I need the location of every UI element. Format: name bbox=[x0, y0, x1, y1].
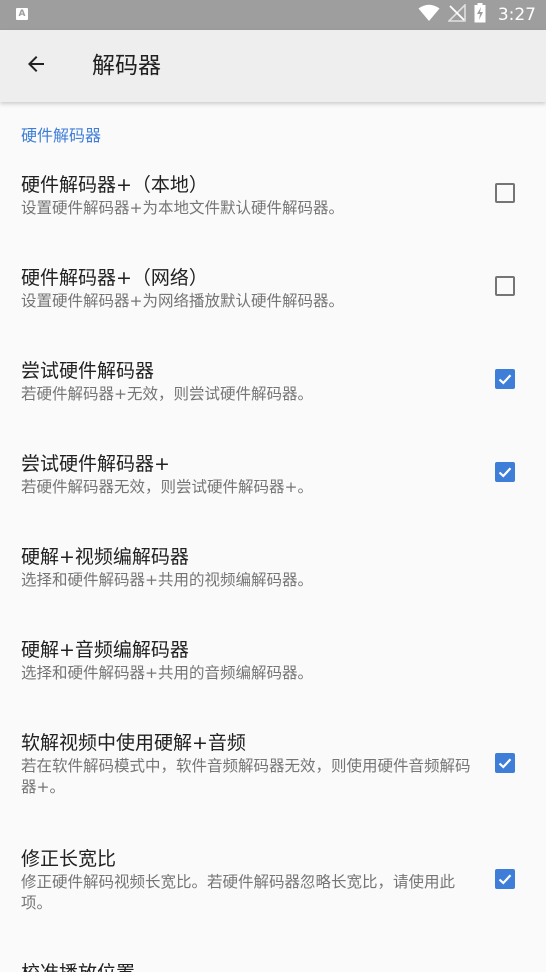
status-time: 3:27 bbox=[497, 5, 536, 25]
setting-calibrate-position[interactable]: 校准播放位置 bbox=[0, 948, 546, 972]
checkbox-checked[interactable] bbox=[495, 753, 515, 773]
setting-subtitle: 设置硬件解码器+为网络播放默认硬件解码器。 bbox=[21, 292, 344, 310]
checkbox-unchecked[interactable] bbox=[495, 183, 515, 203]
check-icon bbox=[498, 374, 512, 385]
setting-subtitle: 若硬件解码器无效，则尝试硬件解码器+。 bbox=[21, 478, 313, 496]
check-icon bbox=[498, 467, 512, 478]
check-icon bbox=[498, 758, 512, 769]
battery-charging-icon bbox=[474, 3, 486, 27]
checkbox-checked[interactable] bbox=[495, 369, 515, 389]
setting-hw-plus-video-codec[interactable]: 硬解+视频编解码器 选择和硬件解码器+共用的视频编解码器。 bbox=[0, 530, 546, 622]
setting-subtitle: 修正硬件解码视频长宽比。若硬件解码器忽略长宽比，请使用此项。 bbox=[21, 873, 456, 912]
setting-hw-decoder-plus-network[interactable]: 硬件解码器+（网络） 设置硬件解码器+为网络播放默认硬件解码器。 bbox=[0, 251, 546, 343]
checkbox-unchecked[interactable] bbox=[495, 276, 515, 296]
setting-title: 硬解+音频编解码器 bbox=[21, 639, 189, 661]
setting-sw-video-hw-audio[interactable]: 软解视频中使用硬解+音频 若在软件解码模式中，软件音频解码器无效，则使用硬件音频… bbox=[0, 716, 546, 830]
setting-hw-plus-audio-codec[interactable]: 硬解+音频编解码器 选择和硬件解码器+共用的音频编解码器。 bbox=[0, 623, 546, 715]
arrow-back-icon bbox=[24, 52, 48, 80]
setting-title: 软解视频中使用硬解+音频 bbox=[21, 732, 246, 754]
setting-title: 校准播放位置 bbox=[21, 958, 135, 972]
setting-try-hw-decoder[interactable]: 尝试硬件解码器 若硬件解码器+无效，则尝试硬件解码器。 bbox=[0, 344, 546, 436]
setting-subtitle: 设置硬件解码器+为本地文件默认硬件解码器。 bbox=[21, 199, 344, 217]
setting-fix-aspect-ratio[interactable]: 修正长宽比 修正硬件解码视频长宽比。若硬件解码器忽略长宽比，请使用此项。 bbox=[0, 832, 546, 946]
setting-title: 修正长宽比 bbox=[21, 848, 117, 870]
wifi-icon bbox=[418, 4, 440, 26]
signal-off-icon bbox=[446, 3, 466, 26]
setting-hw-decoder-plus-local[interactable]: 硬件解码器+（本地） 设置硬件解码器+为本地文件默认硬件解码器。 bbox=[0, 158, 546, 250]
app-toolbar: 解码器 bbox=[0, 30, 546, 102]
setting-subtitle: 选择和硬件解码器+共用的音频编解码器。 bbox=[21, 664, 313, 682]
section-header: 硬件解码器 bbox=[21, 126, 102, 145]
back-button[interactable] bbox=[14, 44, 58, 88]
app-notification-icon: A bbox=[16, 8, 28, 20]
setting-title: 硬解+视频编解码器 bbox=[21, 546, 189, 568]
setting-title: 硬件解码器+（本地） bbox=[21, 174, 208, 196]
checkbox-checked[interactable] bbox=[495, 869, 515, 889]
setting-try-hw-decoder-plus[interactable]: 尝试硬件解码器+ 若硬件解码器无效，则尝试硬件解码器+。 bbox=[0, 437, 546, 529]
status-bar: A 3:27 bbox=[0, 0, 546, 30]
setting-title: 尝试硬件解码器+ bbox=[21, 453, 170, 475]
checkbox-checked[interactable] bbox=[495, 462, 515, 482]
setting-subtitle: 若硬件解码器+无效，则尝试硬件解码器。 bbox=[21, 385, 313, 403]
check-icon bbox=[498, 874, 512, 885]
setting-subtitle: 若在软件解码模式中，软件音频解码器无效，则使用硬件音频解码器+。 bbox=[21, 757, 471, 796]
setting-subtitle: 选择和硬件解码器+共用的视频编解码器。 bbox=[21, 571, 313, 589]
setting-title: 硬件解码器+（网络） bbox=[21, 267, 208, 289]
setting-title: 尝试硬件解码器 bbox=[21, 360, 155, 382]
page-title: 解码器 bbox=[92, 53, 161, 79]
